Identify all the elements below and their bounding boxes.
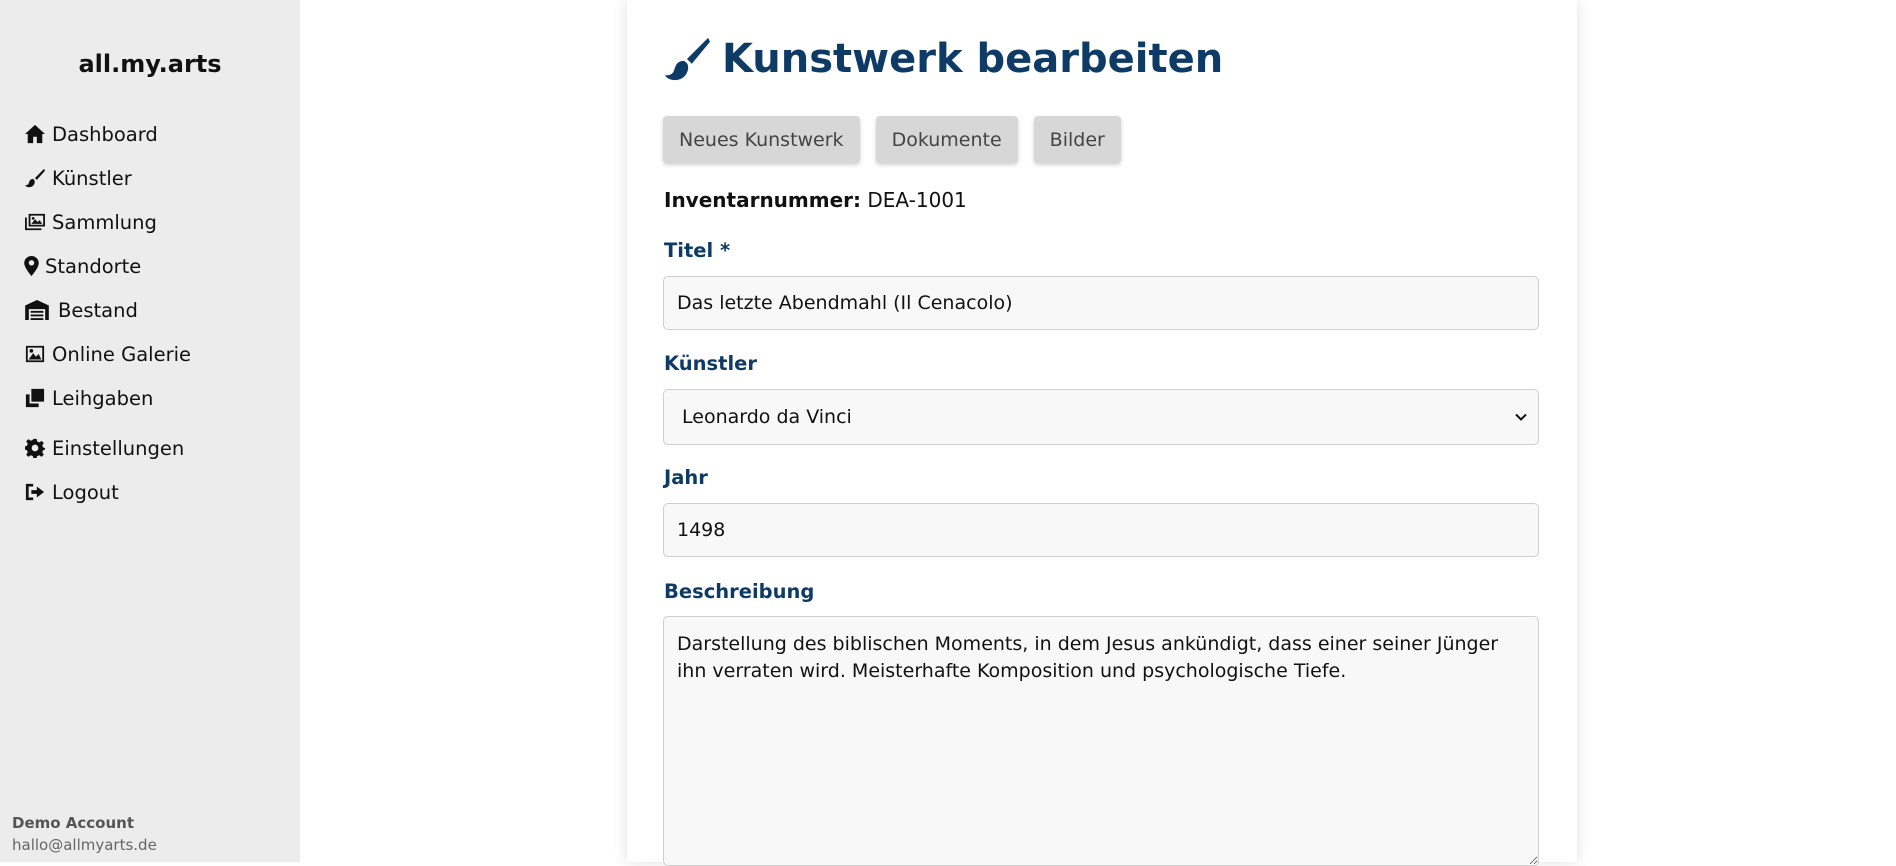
home-icon <box>24 123 48 145</box>
description-textarea[interactable]: Darstellung des biblischen Moments, in d… <box>663 616 1539 866</box>
images-icon <box>24 211 48 233</box>
sidebar-item-dashboard[interactable]: Dashboard <box>24 112 284 156</box>
sidebar-item-label: Logout <box>52 480 119 504</box>
sidebar-item-label: Online Galerie <box>52 342 192 366</box>
documents-button[interactable]: Dokumente <box>875 116 1018 163</box>
warehouse-icon <box>24 299 54 321</box>
clone-icon <box>24 387 48 409</box>
inventory-number-value: DEA-1001 <box>867 188 967 212</box>
sidebar-item-kuenstler[interactable]: Künstler <box>24 156 284 200</box>
sidebar-item-sammlung[interactable]: Sammlung <box>24 200 284 244</box>
sidebar-item-leihgaben[interactable]: Leihgaben <box>24 376 284 420</box>
sidebar-item-label: Leihgaben <box>52 386 154 410</box>
sidebar-item-einstellungen[interactable]: Einstellungen <box>24 426 284 470</box>
inventory-number-label: Inventarnummer: <box>664 188 862 212</box>
brand-logo[interactable]: all.my.arts <box>0 50 300 78</box>
artist-label: Künstler <box>664 352 757 375</box>
year-label: Jahr <box>664 466 708 489</box>
sidebar-nav: Dashboard Künstler Sammlung Standorte Be <box>24 112 284 514</box>
image-icon <box>24 343 48 365</box>
sidebar-item-label: Bestand <box>58 298 138 322</box>
title-label: Titel * <box>664 239 731 262</box>
sidebar-item-label: Dashboard <box>52 122 158 146</box>
sidebar-item-online-galerie[interactable]: Online Galerie <box>24 332 284 376</box>
action-buttons: Neues Kunstwerk Dokumente Bilder <box>663 116 1121 163</box>
sidebar-item-bestand[interactable]: Bestand <box>24 288 284 332</box>
account-email: hallo@allmyarts.de <box>12 836 157 854</box>
sidebar-item-standorte[interactable]: Standorte <box>24 244 284 288</box>
title-input[interactable] <box>663 276 1539 330</box>
gear-icon <box>24 437 48 459</box>
sidebar-item-label: Einstellungen <box>52 436 185 460</box>
sidebar-item-label: Sammlung <box>52 210 157 234</box>
year-input[interactable] <box>663 503 1539 557</box>
inventory-number: Inventarnummer: DEA-1001 <box>664 188 967 212</box>
sidebar-item-logout[interactable]: Logout <box>24 470 284 514</box>
artist-select[interactable]: Leonardo da Vinci <box>663 389 1539 445</box>
description-label: Beschreibung <box>664 580 815 603</box>
new-artwork-button[interactable]: Neues Kunstwerk <box>663 116 860 163</box>
sidebar-item-label: Künstler <box>52 166 132 190</box>
sidebar: all.my.arts Dashboard Künstler Sammlung … <box>0 0 300 862</box>
paintbrush-icon <box>24 167 48 189</box>
paintbrush-icon <box>664 37 710 81</box>
account-info: Demo Account hallo@allmyarts.de <box>12 814 157 854</box>
page-title-text: Kunstwerk bearbeiten <box>722 36 1224 82</box>
sidebar-item-label: Standorte <box>45 254 142 278</box>
logout-icon <box>24 481 48 503</box>
images-button[interactable]: Bilder <box>1033 116 1121 163</box>
artist-select-value: Leonardo da Vinci <box>682 406 852 428</box>
edit-artwork-card: Kunstwerk bearbeiten Neues Kunstwerk Dok… <box>627 0 1577 866</box>
map-pin-icon <box>24 255 41 277</box>
page-title: Kunstwerk bearbeiten <box>664 36 1223 82</box>
chevron-down-icon <box>1515 413 1527 421</box>
account-name: Demo Account <box>12 814 135 832</box>
